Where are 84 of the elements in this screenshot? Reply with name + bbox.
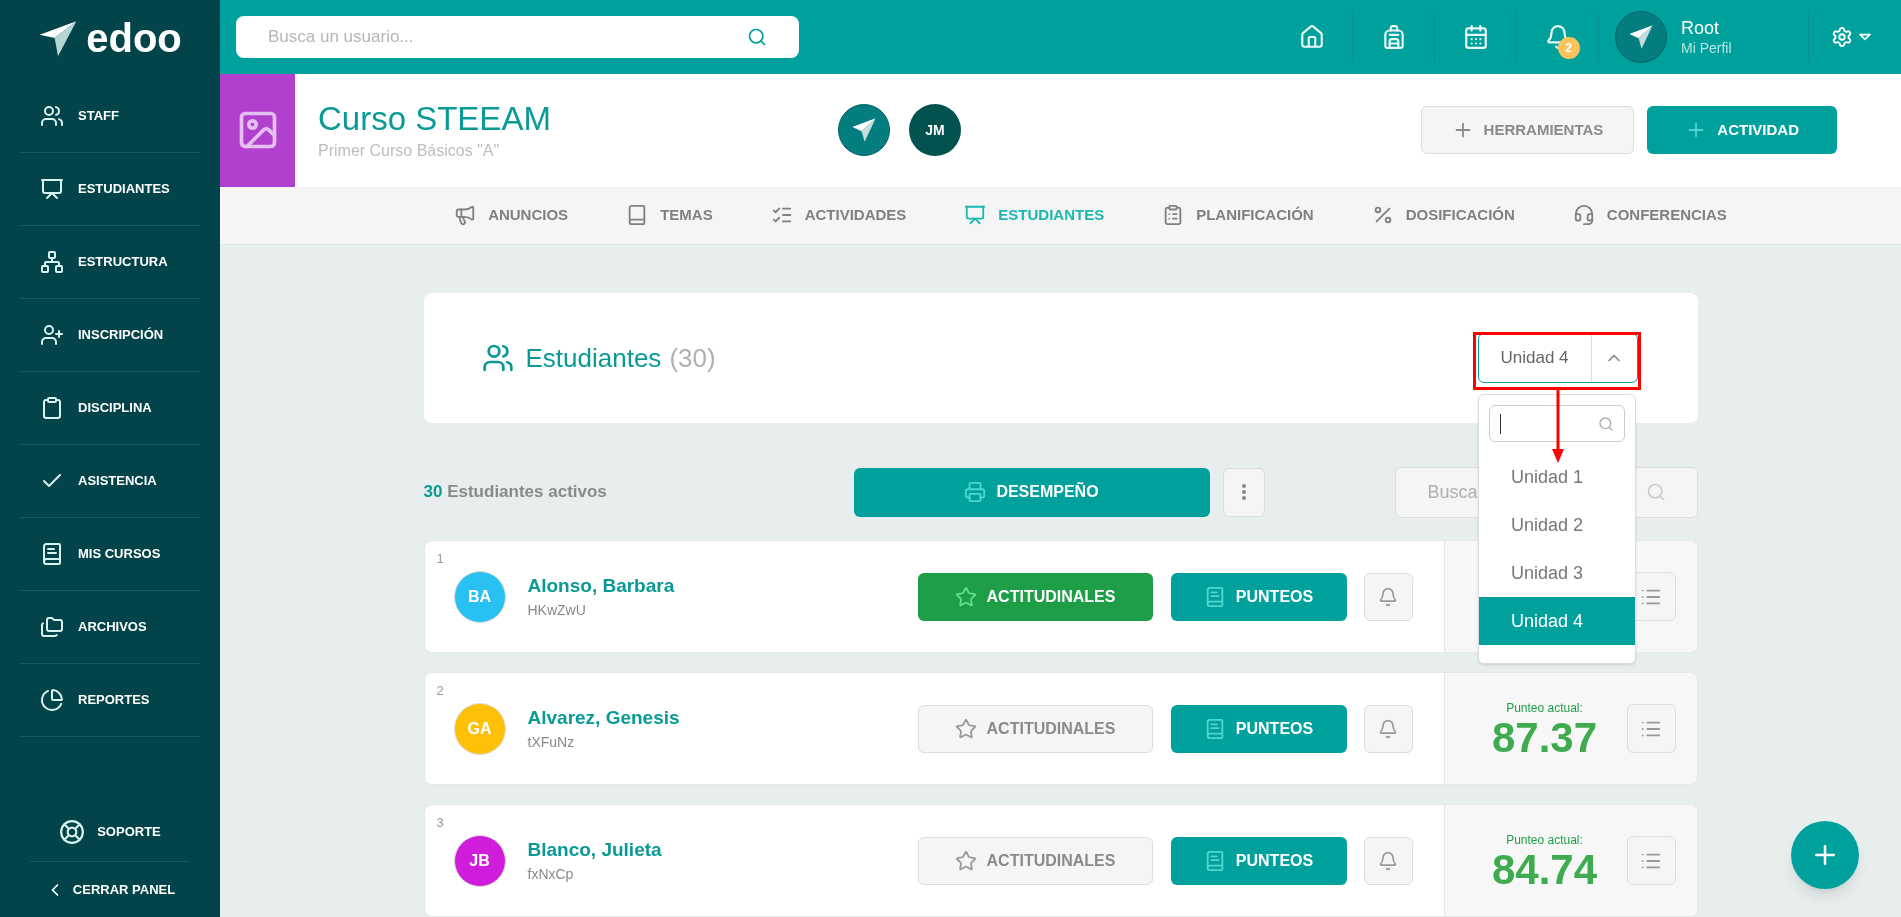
- dropdown-search-field[interactable]: [1489, 405, 1625, 442]
- student-code: tXFuNz: [527, 733, 576, 753]
- support-link[interactable]: SOPORTE: [30, 802, 190, 862]
- user-search-field[interactable]: Busca un usuario...: [236, 16, 799, 59]
- student-code: fxNxCp: [527, 865, 575, 885]
- collapse-panel-button[interactable]: CERRAR PANEL: [30, 862, 190, 917]
- notify-button[interactable]: [1363, 572, 1413, 621]
- dropdown-option[interactable]: Unidad 2: [1479, 501, 1635, 549]
- attitudinal-button[interactable]: ACTITUDINALES: [917, 836, 1153, 885]
- tab[interactable]: PLANIFICACIÓN: [1162, 204, 1314, 227]
- student-name[interactable]: Alvarez, Genesis: [527, 703, 918, 733]
- student-count: (30): [669, 341, 716, 375]
- calendar-icon[interactable]: [1462, 24, 1489, 51]
- student-name[interactable]: Blanco, Julieta: [527, 835, 918, 865]
- score-label: Punteo actual:: [1506, 831, 1583, 849]
- sidebar-item[interactable]: INSCRIPCIÓN: [20, 299, 200, 372]
- star-icon: [954, 717, 977, 740]
- profile-link[interactable]: Root Mi Perfil: [1599, 12, 1809, 63]
- star-icon: [954, 585, 977, 608]
- users-icon: [481, 342, 514, 374]
- notification-badge: 2: [1557, 37, 1580, 60]
- add-fab-button[interactable]: [1791, 821, 1859, 889]
- row-number: 2: [436, 682, 444, 700]
- card-title: Estudiantes: [525, 341, 662, 375]
- row-number: 3: [436, 814, 444, 832]
- tools-button[interactable]: HERRAMIENTAS: [1420, 106, 1635, 155]
- avatar[interactable]: JM: [909, 104, 961, 157]
- tab[interactable]: ANUNCIOS: [454, 204, 569, 227]
- attitudinal-button[interactable]: ACTITUDINALES: [917, 704, 1153, 753]
- notify-button[interactable]: [1363, 836, 1413, 885]
- search-icon: [747, 27, 767, 48]
- student-name[interactable]: Alonso, Barbara: [527, 571, 918, 601]
- logo-text: edoo: [86, 17, 182, 58]
- row-number: 1: [436, 550, 444, 568]
- sidebar-item[interactable]: REPORTES: [20, 664, 200, 737]
- scores-button[interactable]: PUNTEOS: [1170, 704, 1347, 753]
- dropdown-option[interactable]: Unidad 3: [1479, 549, 1635, 597]
- sidebar-item[interactable]: MIS CURSOS: [20, 518, 200, 591]
- student-avatar: JB: [453, 834, 506, 887]
- notify-button[interactable]: [1363, 704, 1413, 753]
- add-activity-button[interactable]: ACTIVIDAD: [1647, 106, 1837, 155]
- sidebar-item[interactable]: ASISTENCIA: [20, 445, 200, 518]
- gear-icon: [1831, 26, 1853, 49]
- tab[interactable]: DOSIFICACIÓN: [1371, 204, 1515, 227]
- student-avatar: BA: [453, 570, 506, 623]
- scores-button[interactable]: PUNTEOS: [1170, 836, 1347, 885]
- attitudinal-button[interactable]: ACTITUDINALES: [917, 572, 1153, 621]
- current-score: 87.37: [1491, 716, 1598, 759]
- sidebar-item[interactable]: STAFF: [20, 80, 200, 153]
- unit-select[interactable]: Unidad 4: [1477, 333, 1638, 383]
- bell-icon: [1378, 718, 1398, 739]
- scores-button[interactable]: PUNTEOS: [1170, 572, 1347, 621]
- course-subtitle: Primer Curso Básicos "A": [318, 141, 501, 161]
- more-options-button[interactable]: [1222, 467, 1265, 517]
- star-icon: [954, 849, 977, 872]
- sidebar-item[interactable]: ARCHIVOS: [20, 591, 200, 664]
- search-icon: [1598, 415, 1614, 432]
- bell-icon: [1378, 850, 1398, 871]
- dropdown-option[interactable]: Unidad 1: [1479, 453, 1635, 501]
- course-title: Curso STEEAM: [318, 98, 552, 139]
- printer-icon: [964, 481, 987, 503]
- tab[interactable]: CONFERENCIAS: [1572, 204, 1727, 227]
- lifebuoy-icon: [59, 818, 86, 845]
- score-label: Punteo actual:: [1506, 699, 1583, 717]
- tab[interactable]: ACTIVIDADES: [770, 204, 907, 227]
- dropdown-option[interactable]: Unidad 4: [1479, 597, 1635, 645]
- performance-button[interactable]: DESEMPEÑO: [853, 467, 1210, 517]
- student-code: HKwZwU: [527, 601, 587, 621]
- sidebar-item[interactable]: DISCIPLINA: [20, 372, 200, 445]
- bell-icon: [1378, 586, 1398, 607]
- sidebar-item[interactable]: ESTUDIANTES: [20, 153, 200, 226]
- details-list-button[interactable]: [1626, 836, 1676, 885]
- sidebar-item[interactable]: ESTRUCTURA: [20, 226, 200, 299]
- home-icon[interactable]: [1298, 24, 1325, 51]
- tab[interactable]: TEMAS: [626, 204, 713, 227]
- search-icon: [1645, 481, 1666, 502]
- tab[interactable]: ESTUDIANTES: [964, 204, 1105, 227]
- caret-down-icon: [1859, 33, 1871, 42]
- student-avatar: GA: [453, 702, 506, 755]
- kebab-icon: [1241, 484, 1246, 500]
- current-score: 84.74: [1491, 848, 1598, 891]
- details-list-button[interactable]: [1626, 704, 1676, 753]
- active-students-count: 30 Estudiantes activos: [423, 481, 608, 504]
- avatar[interactable]: [838, 104, 890, 157]
